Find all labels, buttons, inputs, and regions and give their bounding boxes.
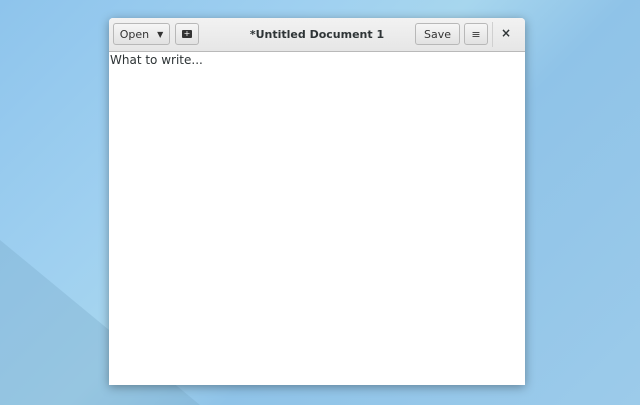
save-label: Save bbox=[423, 27, 451, 41]
text-editor[interactable]: What to write... bbox=[109, 52, 525, 68]
menu-button[interactable]: ≡ bbox=[464, 23, 488, 45]
close-icon[interactable]: × bbox=[501, 26, 511, 40]
gedit-window: Open ▼ + *Untitled Document 1 Save ≡ × W… bbox=[109, 18, 525, 385]
header-bar: Open ▼ + *Untitled Document 1 Save ≡ × bbox=[109, 18, 525, 52]
save-button[interactable]: Save bbox=[415, 23, 460, 45]
window-title: *Untitled Document 1 bbox=[249, 28, 385, 41]
hamburger-menu-icon: ≡ bbox=[471, 27, 481, 41]
separator bbox=[492, 22, 493, 47]
